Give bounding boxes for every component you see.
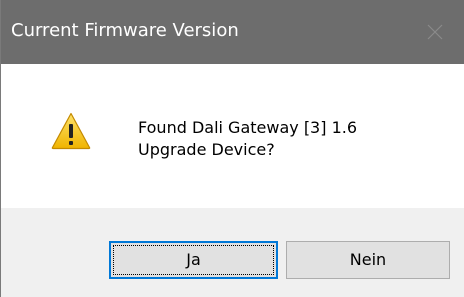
title-bar[interactable]: Current Firmware Version [1,0,464,64]
warning-icon [51,112,91,150]
close-button[interactable] [406,0,464,64]
message-line-2: Upgrade Device? [138,140,275,159]
no-button[interactable]: Nein [286,241,450,279]
window-title: Current Firmware Version [11,20,239,41]
close-icon [427,24,443,40]
message-line-1: Found Dali Gateway [3] 1.6 [138,118,358,137]
no-button-label: Nein [349,250,387,269]
yes-button-label: Ja [186,250,201,269]
dialog-content: Found Dali Gateway [3] 1.6 Upgrade Devic… [1,64,464,208]
message-text: Found Dali Gateway [3] 1.6 Upgrade Devic… [138,117,357,161]
button-bar: Ja Nein [1,208,464,297]
yes-button[interactable]: Ja [109,241,278,279]
message-dialog: Current Firmware Version Found Dali Gate… [0,0,464,297]
